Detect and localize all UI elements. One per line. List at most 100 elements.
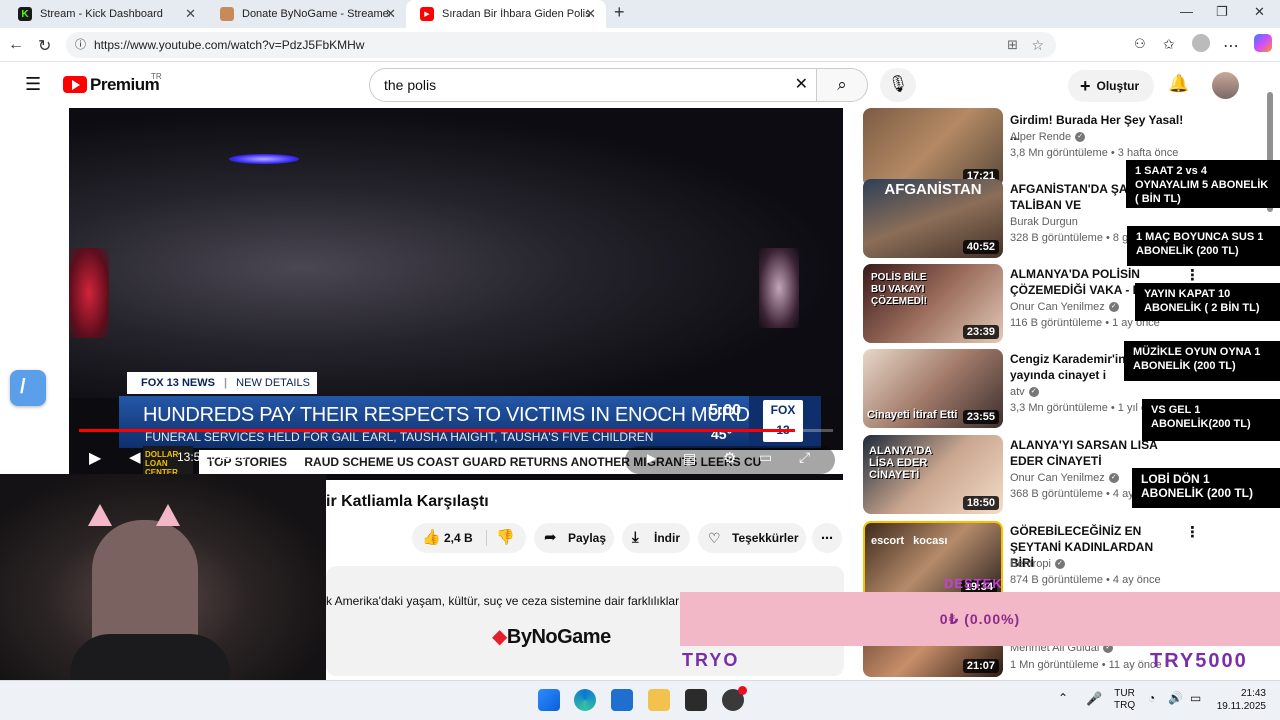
- channel-name: Burak Durgun: [1010, 216, 1078, 228]
- tail-light: [759, 248, 799, 328]
- speaker-icon[interactable]: 🔊: [1168, 691, 1183, 705]
- system-clock[interactable]: 21:43 19.11.2025: [1208, 687, 1266, 713]
- dislike-icon[interactable]: 👎: [496, 523, 515, 553]
- browser-toolbar: ← ↻ ⓘ https://www.youtube.com/watch?v=Pd…: [0, 28, 1280, 62]
- time-display: 13:55 / 14:39: [177, 450, 248, 464]
- youtube-logo-text[interactable]: Premium: [90, 75, 160, 95]
- menu-icon[interactable]: ☰: [25, 74, 41, 95]
- refresh-icon[interactable]: ↻: [38, 36, 51, 56]
- cat-ear-headphone: [88, 504, 112, 526]
- tab-title: Stream - Kick Dashboard: [40, 8, 163, 20]
- video-thumbnail: 17:21: [863, 108, 1003, 187]
- notifications-bell-icon[interactable]: 🔔: [1168, 74, 1189, 94]
- recording-app-icon[interactable]: [722, 686, 747, 711]
- floating-app-icon[interactable]: /: [10, 370, 46, 406]
- new-tab-button[interactable]: +: [614, 2, 625, 23]
- minimize-icon[interactable]: —: [1180, 4, 1193, 19]
- close-window-icon[interactable]: ✕: [1254, 4, 1265, 20]
- obs-app-icon[interactable]: [685, 689, 707, 711]
- input-language[interactable]: TUR TRQ: [1114, 688, 1135, 712]
- battery-icon[interactable]: ▭: [1190, 691, 1201, 705]
- maximize-icon[interactable]: ❐: [1216, 4, 1228, 20]
- video-title: ir Katliamla Karşılaştı: [326, 493, 489, 510]
- duration-badge: 18:50: [962, 496, 999, 510]
- duration-badge: 21:07: [962, 659, 999, 673]
- store-icon[interactable]: [611, 689, 633, 711]
- chevron-up-icon[interactable]: ⌃: [1058, 691, 1068, 705]
- recommendation-item[interactable]: escort kocası 19:34 GÖREBİLECEĞİNİZ EN Ş…: [863, 521, 1263, 603]
- download-button[interactable]: ⤓ İndir: [622, 523, 690, 553]
- divider: [486, 530, 487, 546]
- youtube-logo-icon[interactable]: [63, 76, 87, 93]
- wifi-icon[interactable]: ◔: [1148, 691, 1155, 705]
- microphone-icon: 🎙: [887, 76, 909, 93]
- clock-panel: 5:00 45° FOX 13: [709, 396, 821, 448]
- news-tag: FOX 13 NEWS | NEW DETAILS: [127, 372, 317, 394]
- channel-name: Bentropi: [1010, 558, 1051, 570]
- file-explorer-icon[interactable]: [648, 689, 670, 711]
- profile-avatar[interactable]: [1192, 34, 1210, 52]
- create-label: Oluştur: [1096, 79, 1140, 93]
- play-icon[interactable]: ▶: [89, 448, 101, 468]
- tab-youtube-video[interactable]: ▶ Sıradan Bir İhbara Giden Polisler B ✕: [406, 0, 606, 28]
- favorite-star-icon[interactable]: ☆: [1031, 32, 1044, 58]
- search-icon: ⌕: [837, 75, 847, 94]
- miniplayer-icon[interactable]: ▭: [759, 449, 772, 466]
- video-player[interactable]: FOX 13 NEWS | NEW DETAILS HUNDREDS PAY T…: [69, 108, 843, 480]
- tail-light: [69, 248, 109, 338]
- account-avatar[interactable]: [1212, 72, 1239, 99]
- view-meta: 1 Mn görüntüleme • 11 ay önce: [1010, 659, 1162, 671]
- avatar-icon: [220, 7, 234, 21]
- verified-icon: ✓: [1108, 473, 1119, 484]
- verified-icon: ✓: [1028, 387, 1039, 398]
- extensions-icon[interactable]: ⚇: [1134, 36, 1146, 52]
- tab-title: Donate ByNoGame - Streamer Se: [242, 8, 390, 20]
- browser-tab-strip: K Stream - Kick Dashboard ✕ Donate ByNoG…: [0, 0, 1280, 28]
- fox13-logo: FOX 13: [763, 400, 803, 442]
- apps-icon[interactable]: ⊞: [1007, 32, 1018, 58]
- volume-icon[interactable]: ◀: [129, 448, 141, 466]
- thanks-button[interactable]: ♡ Teşekkürler: [698, 523, 806, 553]
- settings-gear-icon[interactable]: ⚙: [723, 449, 736, 467]
- close-tab-icon[interactable]: ✕: [585, 6, 596, 22]
- clear-search-icon[interactable]: ✕: [795, 69, 808, 101]
- search-input[interactable]: the polis ✕: [369, 68, 817, 102]
- progress-track[interactable]: [79, 429, 833, 432]
- like-dislike-group: 👍 2,4 B 👎: [412, 523, 526, 553]
- search-button[interactable]: ⌕: [816, 68, 868, 102]
- windows-start-icon[interactable]: [538, 689, 560, 711]
- microphone-tray-icon[interactable]: 🎤: [1086, 691, 1102, 707]
- youtube-header: ☰ Premium TR the polis ✕ ⌕ 🎙 + Oluştur 🔔: [0, 62, 1280, 108]
- headline-bar: HUNDREDS PAY THEIR RESPECTS TO VICTIMS I…: [119, 396, 790, 448]
- url-text: https://www.youtube.com/watch?v=PdzJ5FbK…: [94, 38, 365, 52]
- more-actions-button[interactable]: ⋯: [812, 523, 842, 553]
- verified-icon: ✓: [1108, 302, 1119, 313]
- tab-bynogame[interactable]: Donate ByNoGame - Streamer Se ✕: [206, 0, 406, 28]
- edge-browser-icon[interactable]: [574, 689, 596, 711]
- view-meta: 3,3 Mn görüntüleme • 1 yıl önc: [1010, 402, 1159, 414]
- autoplay-toggle-icon[interactable]: ▶: [647, 451, 656, 465]
- share-button[interactable]: ➦ Paylaş: [534, 523, 614, 553]
- address-bar[interactable]: ⓘ https://www.youtube.com/watch?v=PdzJ5F…: [66, 32, 1056, 58]
- windows-taskbar: ⌃ 🎤 TUR TRQ ◔ 🔊 ▭ 21:43 19.11.2025: [0, 680, 1280, 720]
- back-icon[interactable]: ←: [8, 36, 24, 54]
- like-count[interactable]: 2,4 B: [444, 523, 473, 553]
- duration-badge: 40:52: [962, 240, 999, 254]
- create-button[interactable]: + Oluştur: [1068, 70, 1154, 102]
- more-menu-icon[interactable]: ⋯: [1223, 36, 1239, 56]
- fullscreen-icon[interactable]: ⤢: [799, 449, 810, 466]
- news-tag-channel: FOX 13 NEWS: [141, 377, 215, 389]
- site-info-icon[interactable]: ⓘ: [75, 32, 86, 58]
- copilot-icon[interactable]: [1254, 34, 1272, 52]
- thumbnail-text: ALANYA'DA LİSA EDER CİNAYETİ: [869, 445, 932, 481]
- close-tab-icon[interactable]: ✕: [385, 6, 396, 22]
- close-tab-icon[interactable]: ✕: [185, 6, 196, 22]
- favorites-icon[interactable]: ✩: [1163, 36, 1175, 53]
- like-icon[interactable]: 👍: [422, 523, 441, 553]
- voice-search-button[interactable]: 🎙: [880, 68, 916, 102]
- more-options-icon[interactable]: ⋮: [1185, 523, 1200, 541]
- video-frame: [69, 108, 843, 398]
- more-options-icon[interactable]: ⋮: [1185, 266, 1200, 284]
- subtitles-icon[interactable]: ▤: [683, 450, 696, 467]
- tab-kick-dashboard[interactable]: K Stream - Kick Dashboard ✕: [4, 0, 206, 28]
